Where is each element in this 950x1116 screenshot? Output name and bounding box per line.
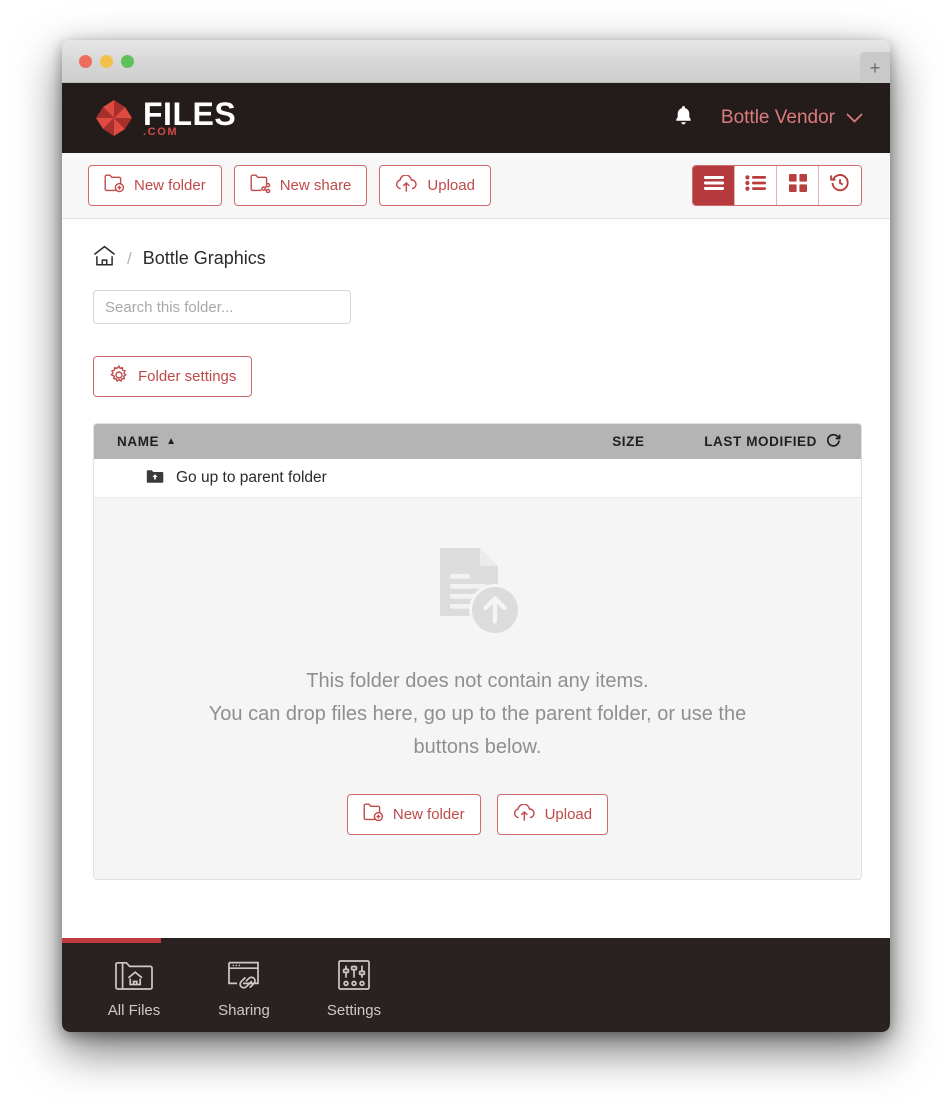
folder-share-icon [250, 174, 271, 197]
folder-up-icon [146, 468, 164, 489]
new-tab-button[interactable]: + [860, 52, 890, 83]
upload-button[interactable]: Upload [379, 165, 491, 206]
bell-icon[interactable] [674, 105, 693, 131]
files-com-logo[interactable]: FILES .COM [95, 98, 236, 138]
empty-state-actions: New folder Upload [346, 794, 609, 835]
view-toggle-group [692, 165, 862, 206]
folder-home-icon [114, 958, 154, 996]
upload-label: Upload [427, 177, 475, 194]
pinwheel-logo-icon [95, 99, 133, 137]
search-input[interactable] [93, 290, 351, 324]
new-folder-label: New folder [134, 177, 206, 194]
nav-label-settings: Settings [326, 1001, 382, 1019]
empty-state-line-1: This folder does not contain any items. [306, 670, 649, 692]
window-titlebar: + [62, 40, 890, 83]
close-window-button[interactable] [79, 54, 92, 68]
minimize-window-button[interactable] [100, 54, 113, 68]
home-icon[interactable] [93, 245, 116, 272]
view-history-button[interactable] [819, 166, 861, 205]
logo-wordmark: FILES .COM [143, 98, 236, 138]
view-grid-button[interactable] [777, 166, 819, 205]
view-list-button[interactable] [693, 166, 735, 205]
document-upload-icon [434, 544, 522, 645]
empty-new-folder-label: New folder [392, 806, 465, 823]
bulleted-list-icon [744, 175, 767, 196]
chevron-down-icon [846, 107, 863, 129]
window-link-icon [224, 958, 264, 996]
empty-upload-button[interactable]: Upload [496, 794, 609, 835]
nav-item-sharing[interactable]: Sharing [196, 952, 292, 1019]
account-menu[interactable]: Bottle Vendor [721, 107, 863, 129]
breadcrumb-separator: / [127, 248, 132, 268]
app-header-right: Bottle Vendor [674, 105, 863, 131]
go-up-parent-folder-row[interactable]: Go up to parent folder [94, 459, 861, 498]
hamburger-list-icon [703, 175, 725, 196]
nav-label-sharing: Sharing [218, 1001, 270, 1019]
new-share-label: New share [279, 177, 352, 194]
folder-plus-icon [363, 803, 384, 826]
account-name-label: Bottle Vendor [720, 107, 835, 128]
empty-state-line-2: You can drop files here, go up to the pa… [208, 703, 747, 725]
sort-ascending-icon: ▲ [166, 436, 177, 447]
app-window: + FILES .COM Bottle Vendor New folder Ne… [62, 40, 890, 1032]
nav-item-all-files[interactable]: All Files [86, 952, 182, 1019]
column-name-label: NAME [117, 434, 160, 449]
traffic-lights [79, 54, 134, 68]
refresh-icon[interactable] [826, 433, 841, 451]
maximize-window-button[interactable] [121, 54, 134, 68]
empty-new-folder-button[interactable]: New folder [346, 794, 481, 835]
go-up-parent-folder-label: Go up to parent folder [176, 469, 327, 486]
folder-settings-row: Folder settings [93, 356, 862, 397]
folder-plus-icon [104, 174, 125, 197]
column-header-last-modified[interactable]: LAST MODIFIED [704, 433, 841, 451]
empty-state-message: This folder does not contain any items. … [209, 665, 746, 764]
breadcrumb: / Bottle Graphics [93, 245, 862, 272]
app-header: FILES .COM Bottle Vendor [62, 83, 890, 153]
folder-settings-button[interactable]: Folder settings [93, 356, 253, 397]
main-content: / Bottle Graphics Folder settings NAME ▲ [62, 219, 890, 938]
nav-item-settings[interactable]: Settings [306, 952, 402, 1019]
breadcrumb-current-folder: Bottle Graphics [142, 248, 266, 268]
gear-icon [109, 364, 129, 389]
file-list-header: NAME ▲ SIZE LAST MODIFIED [94, 424, 861, 459]
view-detail-button[interactable] [735, 166, 777, 205]
empty-state: This folder does not contain any items. … [94, 498, 861, 879]
new-share-button[interactable]: New share [233, 165, 368, 206]
folder-settings-label: Folder settings [138, 368, 237, 385]
file-list-card: NAME ▲ SIZE LAST MODIFIED Go up to paren… [93, 423, 862, 880]
empty-state-line-3: buttons below. [413, 736, 542, 758]
nav-label-all-files: All Files [107, 1001, 161, 1019]
progress-bar [62, 938, 162, 943]
column-header-name[interactable]: NAME ▲ [117, 434, 612, 449]
column-last-modified-label: LAST MODIFIED [704, 434, 817, 449]
new-folder-button[interactable]: New folder [88, 165, 222, 206]
cloud-upload-icon [395, 173, 418, 197]
sliders-icon [336, 958, 372, 996]
action-toolbar: New folder New share Upload [62, 153, 890, 219]
history-clock-icon [830, 173, 850, 198]
column-header-size[interactable]: SIZE [612, 434, 704, 449]
grid-icon [788, 174, 807, 197]
bottom-navigation: All Files Sharing Settings [62, 938, 890, 1032]
cloud-upload-icon [513, 802, 536, 826]
empty-upload-label: Upload [544, 806, 593, 823]
